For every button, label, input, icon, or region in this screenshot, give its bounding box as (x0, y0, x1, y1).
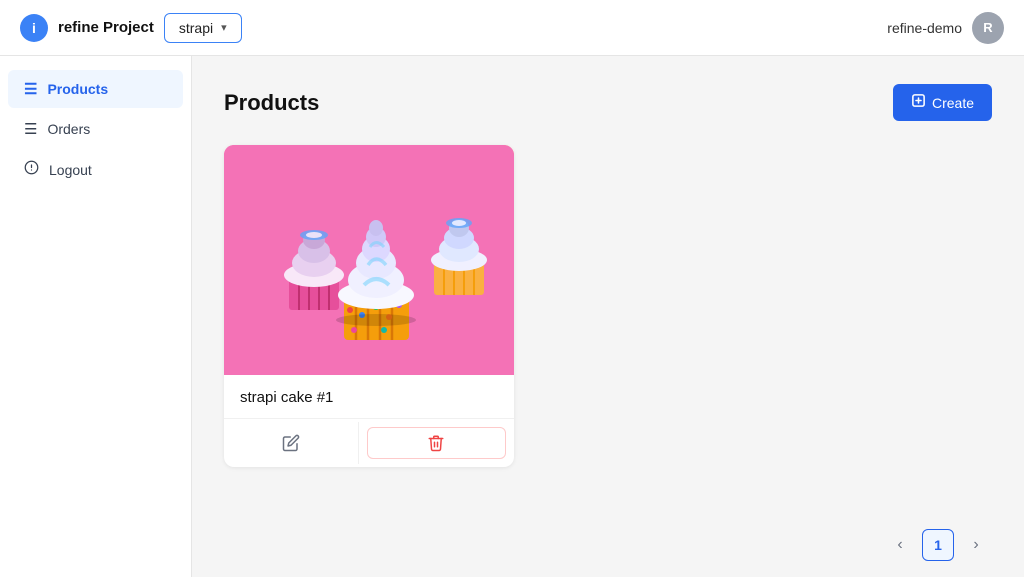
create-button[interactable]: Create (893, 84, 992, 121)
card-actions (224, 419, 514, 467)
app-layout: ☰ Products ☰ Orders Logout Products (0, 56, 1024, 577)
sidebar: ☰ Products ☰ Orders Logout (0, 56, 192, 577)
current-page-button[interactable]: 1 (922, 529, 954, 561)
header-right: refine-demo R (887, 12, 1004, 44)
app-title: refine Project (58, 19, 154, 36)
edit-icon (282, 434, 300, 452)
product-image-container (224, 145, 514, 375)
edit-button[interactable] (224, 422, 359, 464)
delete-button[interactable] (367, 427, 507, 459)
page-header: Products Create (224, 84, 992, 121)
sidebar-item-products[interactable]: ☰ Products (8, 70, 183, 108)
logout-icon (24, 160, 39, 179)
orders-icon: ☰ (24, 120, 37, 138)
chevron-down-icon: ▾ (221, 21, 227, 34)
app-logo: i (20, 14, 48, 42)
page-title: Products (224, 90, 319, 116)
prev-page-button[interactable]: ‹ (884, 529, 916, 561)
main-content: Products Create (192, 56, 1024, 513)
list-icon: ☰ (24, 80, 37, 98)
app-header: i refine Project strapi ▾ refine-demo R (0, 0, 1024, 56)
backend-selector[interactable]: strapi ▾ (164, 13, 242, 43)
sidebar-item-orders[interactable]: ☰ Orders (8, 110, 183, 148)
product-image-svg (224, 145, 514, 375)
plus-icon (911, 93, 926, 112)
avatar[interactable]: R (972, 12, 1004, 44)
create-button-label: Create (932, 95, 974, 111)
product-name: strapi cake #1 (224, 375, 514, 419)
header-left: i refine Project strapi ▾ (20, 13, 242, 43)
product-grid: strapi cake #1 (224, 145, 992, 467)
user-name-label: refine-demo (887, 20, 962, 36)
pagination: ‹ 1 › (192, 513, 1024, 577)
product-card: strapi cake #1 (224, 145, 514, 467)
backend-value: strapi (179, 20, 213, 36)
sidebar-item-label: Logout (49, 162, 92, 178)
sidebar-item-label: Orders (47, 121, 90, 137)
sidebar-item-logout[interactable]: Logout (8, 150, 183, 189)
trash-icon (427, 434, 445, 452)
sidebar-item-label: Products (47, 81, 108, 97)
next-page-button[interactable]: › (960, 529, 992, 561)
